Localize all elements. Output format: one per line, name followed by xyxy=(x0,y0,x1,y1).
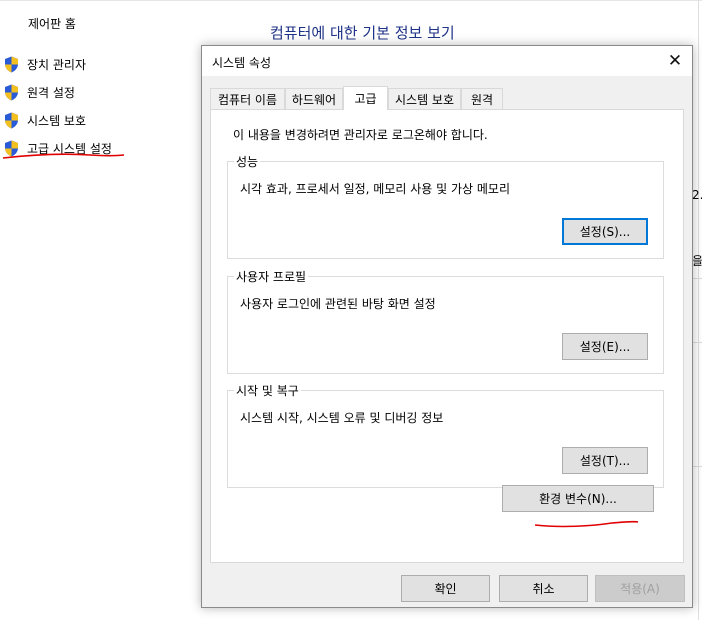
control-panel-home-link[interactable]: 제어판 홈 xyxy=(28,15,76,32)
system-properties-dialog: 시스템 속성 ✕ 컴퓨터 이름 하드웨어 고급 시스템 보호 원격 이 내용을 … xyxy=(201,45,693,608)
uac-shield-icon xyxy=(5,84,18,100)
tab-system-protection[interactable]: 시스템 보호 xyxy=(388,88,461,109)
background-text-fragment: 2. xyxy=(692,188,702,202)
group-description: 사용자 로그인에 관련된 바탕 화면 설정 xyxy=(240,297,436,311)
close-icon: ✕ xyxy=(667,51,683,71)
ok-button[interactable]: 확인 xyxy=(401,575,490,602)
tab-advanced[interactable]: 고급 xyxy=(343,86,388,110)
sidebar-link-remote-settings[interactable]: 원격 설정 xyxy=(4,78,112,106)
environment-variables-button[interactable]: 환경 변수(N)... xyxy=(502,485,654,512)
sidebar-link-system-protection[interactable]: 시스템 보호 xyxy=(4,106,112,134)
uac-shield-icon xyxy=(5,56,18,72)
startup-recovery-group: 시작 및 복구 시스템 시작, 시스템 오류 및 디버깅 정보 설정(T)... xyxy=(227,382,664,488)
page-heading: 컴퓨터에 대한 기본 정보 보기 xyxy=(270,24,455,42)
sidebar-link-label: 장치 관리자 xyxy=(27,57,87,72)
red-underline-annotation xyxy=(2,153,125,159)
tab-hardware[interactable]: 하드웨어 xyxy=(285,88,343,109)
close-button[interactable]: ✕ xyxy=(658,46,692,76)
sidebar-link-device-manager[interactable]: 장치 관리자 xyxy=(4,50,112,78)
cancel-button[interactable]: 취소 xyxy=(499,575,588,602)
dialog-title: 시스템 속성 xyxy=(212,56,272,70)
group-description: 시스템 시작, 시스템 오류 및 디버깅 정보 xyxy=(240,411,444,425)
apply-button[interactable]: 적용(A) xyxy=(595,575,685,602)
group-title: 사용자 프로필 xyxy=(234,268,309,285)
tab-computer-name[interactable]: 컴퓨터 이름 xyxy=(210,88,285,109)
performance-settings-button[interactable]: 설정(S)... xyxy=(562,218,648,245)
group-description: 시각 효과, 프로세서 일정, 메모리 사용 및 가상 메모리 xyxy=(240,182,510,196)
startup-recovery-settings-button[interactable]: 설정(T)... xyxy=(562,447,648,474)
right-edge-divider xyxy=(698,0,699,620)
tab-remote[interactable]: 원격 xyxy=(461,88,503,109)
admin-notice: 이 내용을 변경하려면 관리자로 로그온해야 합니다. xyxy=(233,128,488,142)
group-title: 성능 xyxy=(234,153,261,170)
group-title: 시작 및 복구 xyxy=(234,382,301,399)
user-profiles-group: 사용자 프로필 사용자 로그인에 관련된 바탕 화면 설정 설정(E)... xyxy=(227,268,664,374)
background-text-fragment: 을 xyxy=(692,254,702,268)
user-profiles-settings-button[interactable]: 설정(E)... xyxy=(562,333,648,360)
top-divider xyxy=(0,0,702,1)
sidebar-links: 장치 관리자 원격 설정 시스템 보호 고급 시스템 설정 xyxy=(4,50,112,162)
sidebar-link-label: 원격 설정 xyxy=(27,85,75,100)
dialog-titlebar[interactable]: 시스템 속성 ✕ xyxy=(202,46,692,76)
uac-shield-icon xyxy=(5,112,18,128)
sidebar-link-label: 시스템 보호 xyxy=(27,113,87,128)
performance-group: 성능 시각 효과, 프로세서 일정, 메모리 사용 및 가상 메모리 설정(S)… xyxy=(227,153,664,259)
